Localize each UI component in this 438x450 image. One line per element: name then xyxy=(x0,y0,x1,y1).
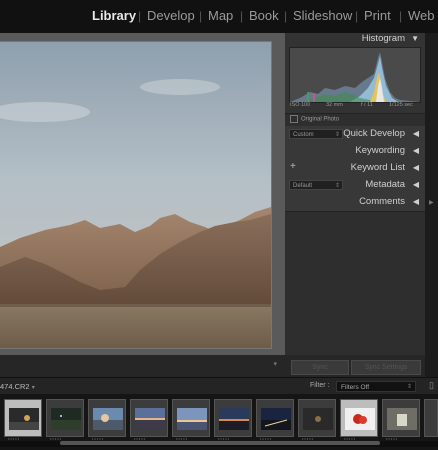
saved-preset-select[interactable]: Custom ⇕ xyxy=(289,129,343,139)
chevron-down-icon: ▾ xyxy=(31,385,35,391)
aperture-value: f / 11 xyxy=(361,102,373,108)
module-separator: | xyxy=(284,9,288,23)
filmstrip-thumb[interactable] xyxy=(298,399,336,437)
panel-metadata[interactable]: Default ⇕ Metadata ◀ xyxy=(285,177,425,195)
triangle-left-icon[interactable]: ◀ xyxy=(413,129,419,138)
triangle-left-icon[interactable]: ◀ xyxy=(413,197,419,206)
histogram-chart xyxy=(290,52,420,102)
sync-buttons: Sync Sync Settings xyxy=(285,355,425,377)
filmstrip-thumb[interactable] xyxy=(172,399,210,437)
module-slideshow[interactable]: Slideshow xyxy=(293,8,352,23)
toolbar-menu-icon[interactable]: ▾ xyxy=(273,360,277,368)
metadata-preset-select[interactable]: Default ⇕ xyxy=(289,180,343,190)
filmstrip-toolbar: 474.CR2 ▾ Filter : Filters Off ⇕ ▯ xyxy=(0,377,438,395)
panel-comments[interactable]: Comments ◀ xyxy=(285,194,425,212)
add-keyword-icon[interactable]: + xyxy=(290,161,296,172)
filter-label: Filter : xyxy=(310,382,330,389)
module-map[interactable]: Map xyxy=(208,8,233,23)
module-print[interactable]: Print xyxy=(364,8,391,23)
stepper-icon: ⇕ xyxy=(406,384,412,390)
filmstrip-thumb[interactable] xyxy=(88,399,126,437)
thumb-image xyxy=(345,408,375,430)
sync-button[interactable]: Sync xyxy=(291,360,349,375)
panel-keywording[interactable]: Keywording ◀ xyxy=(285,143,425,161)
checkbox[interactable] xyxy=(290,115,298,123)
panel-keyword-list[interactable]: + Keyword List ◀ xyxy=(285,160,425,178)
original-photo-toggle[interactable]: Original Photo xyxy=(290,115,339,123)
filmstrip-thumb[interactable] xyxy=(130,399,168,437)
module-separator: | xyxy=(399,9,403,23)
module-separator: | xyxy=(355,9,359,23)
iso-value: ISO 100 xyxy=(290,102,311,108)
filmstrip-thumb[interactable] xyxy=(424,399,438,437)
module-library[interactable]: Library xyxy=(92,8,136,23)
module-separator: | xyxy=(138,9,142,23)
module-book[interactable]: Book xyxy=(249,8,279,23)
quick-develop-label: Quick Develop xyxy=(343,128,405,139)
filmstrip-thumb[interactable] xyxy=(340,399,378,437)
loupe-view[interactable] xyxy=(0,33,285,355)
filmstrip-thumb[interactable] xyxy=(214,399,252,437)
module-separator: | xyxy=(240,9,244,23)
metadata-label: Metadata xyxy=(365,179,405,190)
module-picker: Library | Develop | Map | Book | Slidesh… xyxy=(0,0,438,33)
histogram-title[interactable]: Histogram xyxy=(362,33,405,44)
stepper-icon: ⇕ xyxy=(334,132,340,138)
main-photo[interactable] xyxy=(0,41,272,349)
thumb-image xyxy=(177,408,207,430)
thumb-image xyxy=(261,408,291,430)
stepper-icon: ⇕ xyxy=(334,183,340,189)
thumb-image xyxy=(93,408,123,430)
preset-value: Default xyxy=(293,183,313,189)
histogram-panel: Histogram ▼ ISO 100 32 mm f / 11 1/125 s… xyxy=(285,33,425,123)
landscape-image xyxy=(0,42,271,348)
keyword-list-label: Keyword List xyxy=(350,162,405,173)
shutter-speed: 1/125 sec xyxy=(389,102,413,108)
filename-text: 474.CR2 xyxy=(0,382,30,391)
preset-value: Custom xyxy=(293,132,314,138)
module-develop[interactable]: Develop xyxy=(147,8,195,23)
keywording-label: Keywording xyxy=(355,145,405,156)
filmstrip-scroll-thumb[interactable] xyxy=(60,441,380,445)
toolbar: ▾ xyxy=(0,355,285,377)
filmstrip-thumb[interactable] xyxy=(4,399,42,437)
comments-label: Comments xyxy=(359,196,405,207)
filmstrip-thumb[interactable] xyxy=(46,399,84,437)
thumb-image xyxy=(51,408,81,430)
thumb-image xyxy=(135,408,165,430)
original-photo-label: Original Photo xyxy=(301,116,340,123)
right-panel: Histogram ▼ ISO 100 32 mm f / 11 1/125 s… xyxy=(285,33,425,377)
triangle-down-icon[interactable]: ▼ xyxy=(411,34,419,43)
thumb-image xyxy=(9,408,39,430)
triangle-left-icon[interactable]: ◀ xyxy=(413,163,419,172)
current-filename[interactable]: 474.CR2 ▾ xyxy=(0,382,35,391)
filmstrip-thumb[interactable] xyxy=(256,399,294,437)
filter-lock-icon[interactable]: ▯ xyxy=(429,380,434,391)
histogram-graph xyxy=(289,47,421,103)
right-panel-edge[interactable]: ▶ xyxy=(425,33,438,377)
filter-value: Filters Off xyxy=(341,384,370,391)
thumb-image xyxy=(387,408,417,430)
triangle-left-icon[interactable]: ◀ xyxy=(413,180,419,189)
triangle-right-icon[interactable]: ▶ xyxy=(429,199,434,206)
panel-quick-develop[interactable]: Custom ⇕ Quick Develop ◀ xyxy=(285,126,425,144)
module-web[interactable]: Web xyxy=(408,8,435,23)
thumb-image xyxy=(303,408,333,430)
thumb-image xyxy=(219,408,249,430)
module-separator: | xyxy=(199,9,203,23)
sync-settings-button[interactable]: Sync Settings xyxy=(351,360,421,375)
filter-select[interactable]: Filters Off ⇕ xyxy=(336,381,416,392)
triangle-left-icon[interactable]: ◀ xyxy=(413,146,419,155)
focal-length: 32 mm xyxy=(326,102,343,108)
filmstrip-thumb[interactable] xyxy=(382,399,420,437)
